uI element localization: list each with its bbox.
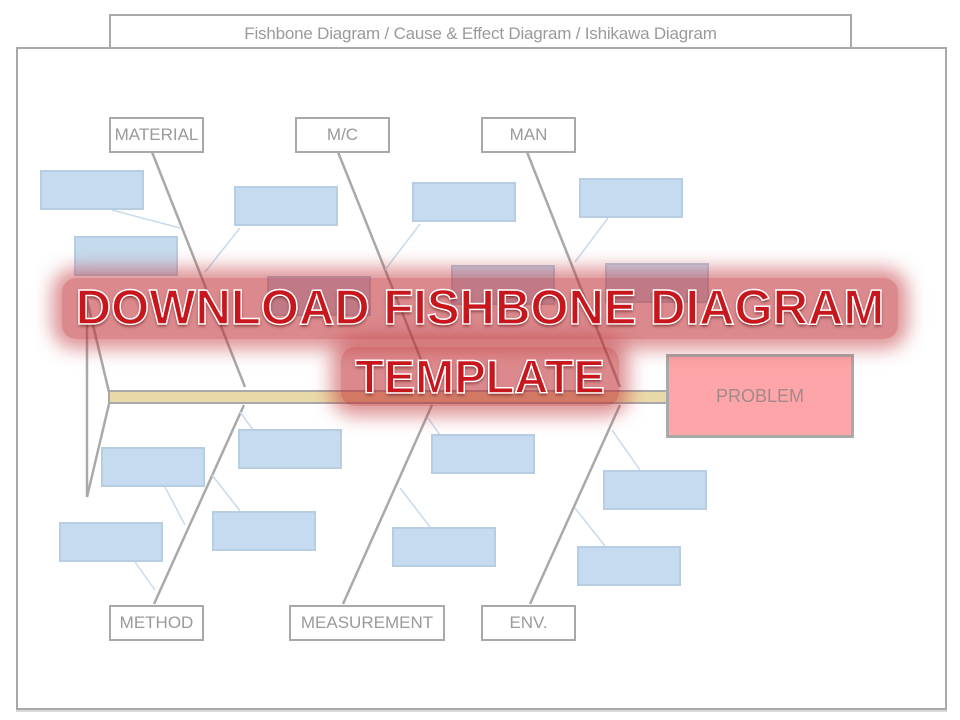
category-material: MATERIAL — [109, 117, 204, 153]
cause-box[interactable] — [577, 546, 681, 586]
category-env: ENV. — [481, 605, 576, 641]
cause-box[interactable] — [59, 522, 163, 562]
banner-line-2[interactable]: TEMPLATE — [341, 347, 619, 406]
category-man: MAN — [481, 117, 576, 153]
connector — [384, 223, 421, 271]
cause-box[interactable] — [40, 170, 144, 210]
connector — [427, 417, 441, 436]
connector — [399, 487, 431, 528]
cause-box[interactable] — [212, 511, 316, 551]
connector — [204, 227, 241, 273]
category-mc: M/C — [295, 117, 390, 153]
cause-box[interactable] — [431, 434, 535, 474]
cause-box[interactable] — [234, 186, 338, 226]
cause-box[interactable] — [101, 447, 205, 487]
connector — [574, 507, 606, 547]
bone-method — [152, 404, 246, 605]
banner-line-1[interactable]: DOWNLOAD FISHBONE DIAGRAM — [61, 278, 899, 339]
connector — [111, 209, 181, 229]
cause-box[interactable] — [579, 178, 683, 218]
category-method: METHOD — [109, 605, 204, 641]
category-measurement: MEASUREMENT — [289, 605, 445, 641]
cause-box[interactable] — [412, 182, 516, 222]
cause-box[interactable] — [603, 470, 707, 510]
cause-box[interactable] — [238, 429, 342, 469]
download-banner[interactable]: DOWNLOAD FISHBONE DIAGRAM TEMPLATE — [20, 270, 940, 406]
connector — [134, 561, 156, 591]
connector — [164, 486, 186, 526]
bone-measurement — [341, 404, 434, 605]
connector — [611, 429, 641, 471]
connector — [211, 474, 241, 512]
cause-box[interactable] — [392, 527, 496, 567]
connector — [574, 217, 609, 263]
connector — [239, 411, 254, 431]
